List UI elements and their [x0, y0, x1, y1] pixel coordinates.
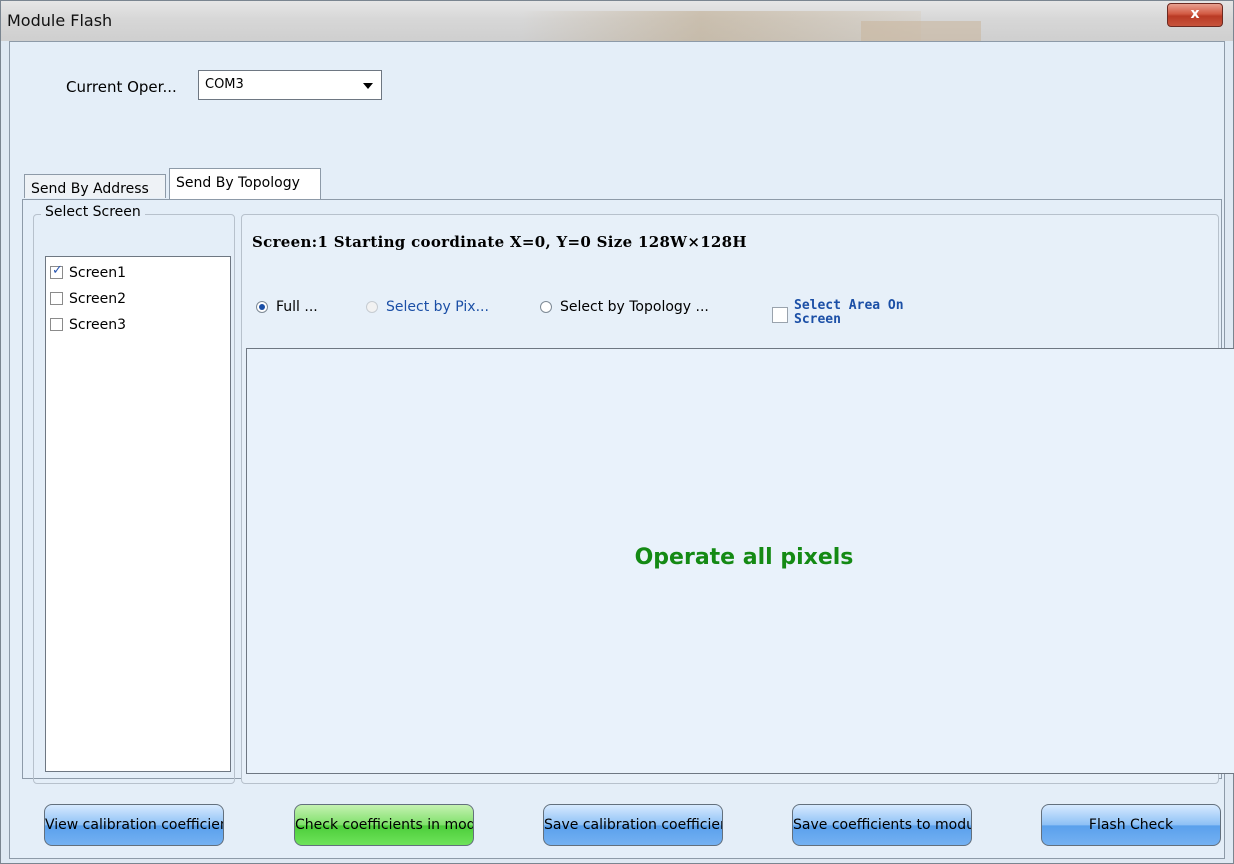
close-button[interactable]: x — [1167, 3, 1223, 27]
radio-label: Select by Pix... — [386, 299, 489, 315]
radio-select-by-topology[interactable]: Select by Topology ... — [540, 299, 709, 315]
tab-label: Send By Address — [31, 181, 149, 197]
port-select-value: COM3 — [205, 77, 244, 92]
port-select[interactable]: COM3 — [198, 70, 382, 100]
checkbox-icon[interactable] — [50, 318, 63, 331]
radio-selected-icon[interactable] — [256, 301, 268, 313]
current-operation-label: Current Oper... — [66, 78, 177, 96]
operate-all-pixels-message: Operate all pixels — [634, 545, 854, 570]
close-icon: x — [1190, 6, 1200, 22]
screen-checkbox-2[interactable]: Screen2 — [50, 291, 126, 313]
select-screen-title: Select Screen — [41, 204, 145, 220]
module-flash-window: Module Flash x Current Oper... COM3 Send… — [0, 0, 1234, 864]
screen-operation-area: Screen:1 Starting coordinate X=0, Y=0 Si… — [241, 214, 1234, 784]
checkbox-checked-icon[interactable] — [50, 263, 63, 279]
tab-send-by-topology[interactable]: Send By Topology — [169, 168, 321, 200]
select-area-label: Select Area On Screen — [794, 299, 994, 327]
tab-send-by-address[interactable]: Send By Address — [24, 174, 166, 198]
radio-select-by-pixel: Select by Pix... — [366, 299, 489, 315]
radio-full[interactable]: Full ... — [256, 299, 318, 315]
tab-label: Send By Topology — [176, 175, 300, 191]
screen-info-text: Screen:1 Starting coordinate X=0, Y=0 Si… — [252, 233, 747, 251]
screen-checkbox-1[interactable]: Screen1 — [50, 263, 127, 287]
titlebar-glass-highlight — [861, 21, 981, 41]
flash-check-button[interactable]: Flash Check — [1041, 804, 1221, 846]
title-bar[interactable]: Module Flash x — [1, 1, 1233, 41]
radio-icon[interactable] — [540, 301, 552, 313]
pixel-preview-panel[interactable]: Operate all pixels — [246, 348, 1234, 774]
checkbox-icon[interactable] — [50, 292, 63, 305]
screen-label: Screen1 — [69, 265, 127, 281]
radio-disabled-icon — [366, 301, 378, 313]
radio-label: Select by Topology ... — [560, 299, 709, 315]
screen-label: Screen3 — [69, 317, 127, 333]
view-calibration-coefficient-button[interactable]: View calibration coefficient... — [44, 804, 224, 846]
checkbox-icon[interactable] — [772, 307, 788, 323]
radio-label: Full ... — [276, 299, 318, 315]
window-title: Module Flash — [7, 11, 113, 30]
select-area-label-line2: Screen — [794, 312, 841, 327]
screen-list: Screen1 Screen2 Screen3 — [45, 256, 231, 772]
screen-label: Screen2 — [69, 291, 127, 307]
chevron-down-icon[interactable] — [363, 83, 373, 89]
save-coefficients-to-modules-button[interactable]: Save coefficients to modules — [792, 804, 972, 846]
save-calibration-coefficient-button[interactable]: Save calibration coefficient... — [543, 804, 723, 846]
check-coefficients-button[interactable]: Check coefficients in modu... — [294, 804, 474, 846]
select-area-label-line1: Select Area On — [794, 298, 904, 313]
topology-tab-panel: Select Screen Screen1 Screen2 Screen3 Sc… — [22, 199, 1234, 784]
screen-checkbox-3[interactable]: Screen3 — [50, 317, 126, 339]
dialog-body: Current Oper... COM3 Send By Address Sen… — [9, 41, 1234, 859]
